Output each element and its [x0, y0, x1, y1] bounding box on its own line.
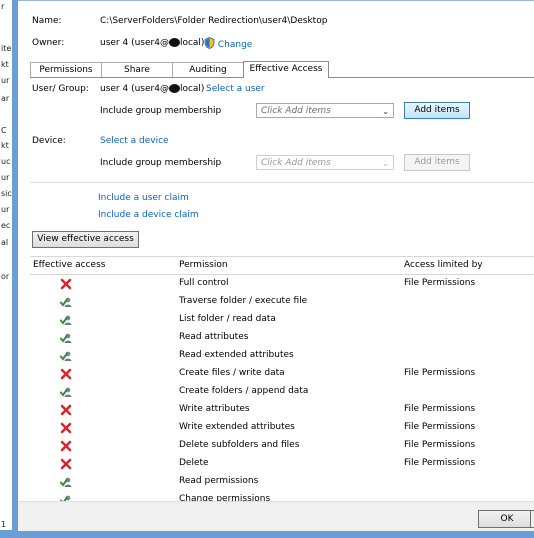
background-text-fragment: ec [1, 221, 11, 230]
device-add-items-button[interactable]: Add items [404, 154, 470, 171]
table-row[interactable]: Delete File Permissions [30, 455, 534, 473]
owner-value: user 4 (user4@ local) [100, 38, 205, 48]
device-group-membership-combo[interactable]: Click Add items ⌄ [256, 155, 394, 170]
background-text-fragment: ur [1, 173, 10, 182]
ok-button[interactable]: OK [478, 510, 534, 528]
table-row[interactable]: Read extended attributes [30, 347, 534, 365]
divider [30, 182, 534, 183]
name-label: Name: [32, 16, 62, 26]
red-x-icon [60, 440, 72, 452]
background-text-fragment: C [1, 126, 7, 135]
background-text-fragment: sic [1, 189, 12, 198]
table-row[interactable]: Create files / write data File Permission… [30, 365, 534, 383]
tab-permissions[interactable]: Permissions [30, 62, 102, 78]
access-limited-by: File Permissions [404, 278, 476, 288]
background-text-fragment: 1 [1, 520, 7, 529]
user-add-items-button[interactable]: Add items [404, 102, 470, 119]
tab-effective-access[interactable]: Effective Access [243, 61, 329, 78]
background-text-fragment: r [1, 2, 5, 11]
redaction-mark [168, 84, 180, 93]
tab-share[interactable]: Share [101, 62, 173, 78]
dialog-content: Name: C:\ServerFolders\Folder Redirectio… [18, 1, 534, 531]
background-text-fragment: ur [1, 76, 10, 85]
red-x-icon [60, 368, 72, 380]
user-group-label: User/ Group: [32, 84, 89, 94]
table-row[interactable]: Write attributes File Permissions [30, 401, 534, 419]
access-limited-by: File Permissions [404, 404, 476, 414]
user-group-value: user 4 (user4@ local) [100, 84, 205, 94]
user-check-icon [59, 476, 72, 488]
redaction-mark [168, 38, 180, 47]
view-effective-access-button[interactable]: View effective access [32, 231, 139, 248]
change-label: Change [217, 40, 253, 50]
cancel-button[interactable] [530, 510, 534, 528]
select-device-link[interactable]: Select a device [100, 136, 169, 146]
red-x-icon [60, 422, 72, 434]
background-text-fragment: ur [1, 205, 10, 214]
permission-name: Read permissions [179, 476, 259, 486]
device-label: Device: [32, 136, 66, 146]
column-access-limited-by[interactable]: Access limited by [404, 260, 483, 270]
background-text-fragment: kt [1, 141, 9, 150]
permission-name: Delete [179, 458, 209, 468]
permission-name: Delete subfolders and files [179, 440, 300, 450]
column-permission[interactable]: Permission [179, 260, 228, 270]
owner-label: Owner: [32, 38, 65, 48]
background-text-fragment: ar [1, 94, 10, 103]
column-effective-access[interactable]: Effective access [33, 260, 105, 270]
red-x-icon [60, 458, 72, 470]
window-frame-bottom [0, 530, 534, 538]
background-text-fragment: ite [1, 44, 12, 53]
access-limited-by: File Permissions [404, 458, 476, 468]
permission-name: Traverse folder / execute file [179, 296, 308, 306]
select-user-link[interactable]: Select a user [206, 84, 265, 94]
table-row[interactable]: List folder / read data [30, 311, 534, 329]
tab-auditing[interactable]: Auditing [172, 62, 244, 78]
chevron-down-icon: ⌄ [382, 159, 389, 168]
permission-name: Write attributes [179, 404, 250, 414]
table-row[interactable]: Full control File Permissions [30, 275, 534, 293]
background-text-fragment: kt [1, 60, 9, 69]
permission-name: Create files / write data [179, 368, 285, 378]
table-row[interactable]: Delete subfolders and files File Permissi… [30, 437, 534, 455]
table-row[interactable]: Read attributes [30, 329, 534, 347]
user-check-icon [59, 296, 72, 308]
shield-icon [204, 37, 215, 49]
permission-name: Full control [179, 278, 229, 288]
background-text-fragment: or [1, 272, 10, 281]
include-device-claim-link[interactable]: Include a device claim [98, 210, 199, 220]
advanced-security-dialog: Name: C:\ServerFolders\Folder Redirectio… [18, 1, 534, 531]
user-check-icon [59, 332, 72, 344]
table-row[interactable]: Create folders / append data [30, 383, 534, 401]
include-user-claim-link[interactable]: Include a user claim [98, 193, 189, 203]
access-limited-by: File Permissions [404, 440, 476, 450]
permission-name: Read extended attributes [179, 350, 294, 360]
change-owner-link[interactable]: Change [204, 37, 252, 50]
red-x-icon [60, 278, 72, 290]
user-check-icon [59, 314, 72, 326]
access-limited-by: File Permissions [404, 368, 476, 378]
access-limited-by: File Permissions [404, 422, 476, 432]
permission-name: Read attributes [179, 332, 249, 342]
user-group-membership-combo[interactable]: Click Add items ⌄ [256, 103, 394, 118]
dialog-footer: OK [18, 501, 534, 531]
permission-name: List folder / read data [179, 314, 276, 324]
background-text-fragment: uc [1, 157, 11, 166]
table-row[interactable]: Traverse folder / execute file [30, 293, 534, 311]
table-row[interactable]: Write extended attributes File Permission… [30, 419, 534, 437]
name-value: C:\ServerFolders\Folder Redirection\user… [100, 16, 328, 26]
user-check-icon [59, 386, 72, 398]
table-row[interactable]: Read permissions [30, 473, 534, 491]
user-include-group-label: Include group membership [100, 106, 222, 116]
permission-name: Write extended attributes [179, 422, 295, 432]
user-check-icon [59, 350, 72, 362]
device-include-group-label: Include group membership [100, 158, 222, 168]
permission-name: Create folders / append data [179, 386, 309, 396]
permissions-grid-header: Effective access Permission Access limit… [30, 256, 534, 275]
background-text-fragment: al [1, 238, 9, 247]
red-x-icon [60, 404, 72, 416]
chevron-down-icon: ⌄ [382, 107, 389, 116]
